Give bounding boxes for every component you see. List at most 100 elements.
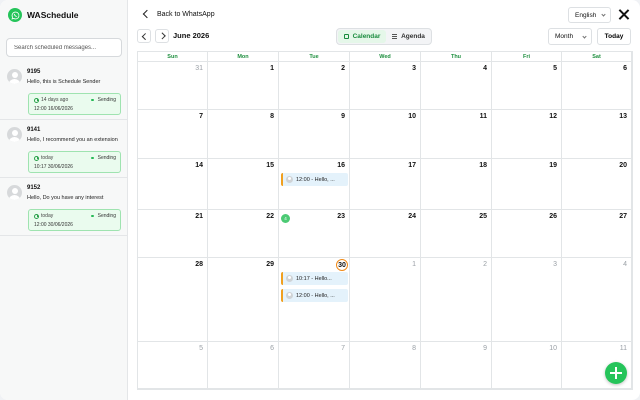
relative-time-text: 14 days ago — [41, 97, 69, 103]
calendar-day-cell[interactable]: 5 — [492, 62, 562, 110]
current-month-label: June 2026 — [173, 31, 210, 40]
calendar-day-cell[interactable]: 4 — [562, 258, 632, 342]
calendar-day-cell[interactable]: 6 — [208, 342, 279, 389]
message-contact-name: 9195 — [27, 69, 41, 75]
calendar-day-cell[interactable]: 30 10:17 - Hello... 12:00 - Hello, ... — [279, 258, 350, 342]
calendar-day-cell[interactable]: 21 — [138, 210, 208, 258]
calendar-day-cell[interactable]: 5 — [138, 342, 208, 389]
today-button[interactable]: Today — [597, 28, 631, 45]
day-number: 22 — [266, 213, 274, 220]
calendar-day-cell[interactable]: 13 — [562, 110, 632, 159]
language-select[interactable]: English — [568, 7, 611, 23]
calendar-day-cell[interactable]: 14 — [138, 159, 208, 210]
calendar-event[interactable]: 12:00 - Hello, ... — [281, 289, 348, 302]
calendar-day-cell[interactable]: 9 — [279, 110, 350, 159]
day-number: 3 — [553, 261, 557, 268]
back-to-whatsapp-link[interactable]: Back to WhatsApp — [140, 8, 215, 20]
list-icon — [392, 34, 398, 39]
calendar-day-cell[interactable]: 11 — [421, 110, 492, 159]
day-number: 1 — [270, 65, 274, 72]
calendar-day-cell[interactable]: 3 — [350, 62, 421, 110]
day-number: 14 — [195, 162, 203, 169]
tab-agenda[interactable]: Agenda — [387, 30, 430, 43]
day-number: 4 — [483, 65, 487, 72]
calendar-day-cell[interactable]: 18 — [421, 159, 492, 210]
calendar-day-cell[interactable]: 22 — [208, 210, 279, 258]
next-month-button[interactable] — [155, 29, 169, 43]
calendar-day-cell[interactable]: 17 — [350, 159, 421, 210]
calendar-event[interactable]: 12:00 - Hello, ... — [281, 173, 348, 186]
day-number: 29 — [266, 261, 274, 268]
day-number: 2 — [483, 261, 487, 268]
scheduled-message-item[interactable]: 9152 Hello, Do you have any interest today… — [0, 185, 128, 236]
calendar-day-cell[interactable]: 7 — [279, 342, 350, 389]
brand-name: WASchedule — [27, 10, 79, 20]
prev-month-button[interactable] — [137, 29, 151, 43]
status-badge: Sending — [91, 97, 116, 103]
status-dot-icon — [91, 156, 94, 160]
scheduled-message-item[interactable]: 9141 Hello, I recommend you an extension t… — [0, 127, 128, 178]
day-number: 11 — [619, 345, 627, 352]
period-value: Month — [555, 33, 574, 40]
event-label: 12:00 - Hello, ... — [296, 176, 335, 183]
day-number: 31 — [195, 65, 203, 72]
calendar-day-cell[interactable]: 15 — [208, 159, 279, 210]
calendar-day-cell[interactable]: 25 — [421, 210, 492, 258]
message-preview: Hello, Do you have any interest — [27, 195, 104, 201]
calendar-day-cell[interactable]: 1 — [208, 62, 279, 110]
day-number: 20 — [619, 162, 627, 169]
day-number: 19 — [549, 162, 557, 169]
search-input[interactable] — [6, 38, 122, 57]
day-count-badge: 4 — [281, 214, 290, 223]
status-text: Sending — [97, 97, 116, 103]
calendar-day-cell[interactable]: 29 — [208, 258, 279, 342]
calendar-event[interactable]: 10:17 - Hello... — [281, 272, 348, 285]
scheduled-message-item[interactable]: 9195 Hello, this is Schedule Sender 14 day… — [0, 69, 128, 120]
calendar-day-cell[interactable]: 19 — [492, 159, 562, 210]
calendar-day-cell[interactable]: 7 — [138, 110, 208, 159]
calendar-day-cell[interactable]: 26 — [492, 210, 562, 258]
calendar-day-cell[interactable]: 8 — [350, 342, 421, 389]
day-number: 2 — [341, 65, 345, 72]
day-number: 24 — [408, 213, 416, 220]
day-number: 12 — [549, 113, 557, 120]
event-label: 12:00 - Hello, ... — [296, 292, 335, 299]
add-schedule-button[interactable] — [605, 362, 627, 384]
calendar-day-cell[interactable]: 10 — [350, 110, 421, 159]
period-select[interactable]: Month — [548, 28, 592, 45]
calendar-day-cell[interactable]: 2 — [421, 258, 492, 342]
schedule-status-card: today Sending 10:17 30/06/2026 — [28, 151, 121, 173]
calendar-day-cell[interactable]: 24 — [350, 210, 421, 258]
calendar-day-cell[interactable]: 1 — [350, 258, 421, 342]
status-badge: Sending — [91, 155, 116, 161]
calendar-day-cell[interactable]: 2 — [279, 62, 350, 110]
avatar — [7, 69, 22, 84]
status-text: Sending — [97, 155, 116, 161]
calendar-day-cell[interactable]: 31 — [138, 62, 208, 110]
calendar-day-cell[interactable]: 27 — [562, 210, 632, 258]
calendar-day-cell[interactable]: 23 4 — [279, 210, 350, 258]
relative-time-text: today — [41, 155, 54, 161]
weekday-header: Wed — [350, 52, 421, 62]
chevron-left-icon — [140, 8, 152, 20]
calendar-day-cell[interactable]: 9 — [421, 342, 492, 389]
avatar — [286, 292, 293, 299]
calendar-day-cell[interactable]: 8 — [208, 110, 279, 159]
calendar-day-cell[interactable]: 12 — [492, 110, 562, 159]
day-number: 18 — [479, 162, 487, 169]
calendar-day-cell[interactable]: 4 — [421, 62, 492, 110]
calendar-day-cell[interactable]: 6 — [562, 62, 632, 110]
day-number: 7 — [341, 345, 345, 352]
calendar-day-cell[interactable]: 16 12:00 - Hello, ... — [279, 159, 350, 210]
day-number: 6 — [623, 65, 627, 72]
chevron-down-icon — [601, 12, 606, 17]
calendar-day-cell[interactable]: 3 — [492, 258, 562, 342]
calendar-day-cell[interactable]: 20 — [562, 159, 632, 210]
chevron-down-icon — [582, 33, 587, 39]
day-number: 4 — [623, 261, 627, 268]
avatar — [7, 127, 22, 142]
calendar-day-cell[interactable]: 28 — [138, 258, 208, 342]
tab-calendar[interactable]: Calendar — [338, 30, 386, 43]
calendar-day-cell[interactable]: 10 — [492, 342, 562, 389]
close-icon[interactable] — [616, 7, 632, 23]
